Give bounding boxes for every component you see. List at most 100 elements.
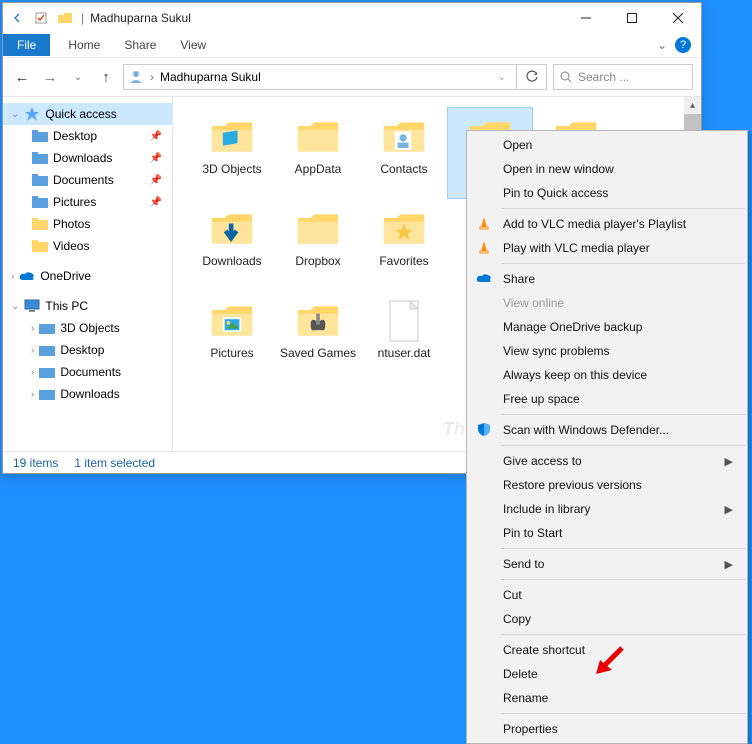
nav-back-button[interactable]: ← — [11, 69, 33, 86]
sidebar-onedrive[interactable]: › OneDrive — [3, 265, 172, 287]
folder-icon — [276, 112, 360, 162]
nav-sidebar: ⌄ Quick access Desktop📌Downloads📌Documen… — [3, 97, 173, 451]
sidebar-item-downloads[interactable]: Downloads📌 — [3, 147, 172, 169]
pin-icon: 📌 — [150, 197, 162, 208]
ribbon-tab-share[interactable]: Share — [112, 34, 168, 56]
file-item-favorites[interactable]: Favorites — [361, 199, 447, 291]
ctx-manage-onedrive-backup[interactable]: Manage OneDrive backup — [467, 315, 747, 339]
address-box[interactable]: › Madhuparna Sukul ⌄ — [123, 64, 517, 90]
item-label: Pictures — [190, 346, 274, 360]
sidebar-item-desktop[interactable]: ›Desktop — [3, 339, 172, 361]
file-item-dropbox[interactable]: Dropbox — [275, 199, 361, 291]
defender-icon — [475, 422, 493, 439]
minimize-button[interactable] — [563, 3, 609, 33]
sidebar-this-pc[interactable]: ⌄ This PC — [3, 295, 172, 317]
file-item-pictures[interactable]: Pictures — [189, 291, 275, 383]
status-count: 19 items — [13, 456, 58, 470]
search-input[interactable]: Search ... — [553, 64, 693, 90]
file-item-downloads[interactable]: Downloads — [189, 199, 275, 291]
refresh-button[interactable] — [517, 64, 547, 90]
nav-up-button[interactable]: ↑ — [95, 69, 117, 86]
sidebar-item-videos[interactable]: Videos — [3, 235, 172, 257]
scroll-up-icon[interactable]: ▴ — [684, 97, 701, 114]
sidebar-quick-access[interactable]: ⌄ Quick access — [3, 103, 172, 125]
item-label: ntuser.dat — [362, 346, 446, 360]
sidebar-item-photos[interactable]: Photos — [3, 213, 172, 235]
sidebar-item-documents[interactable]: Documents📌 — [3, 169, 172, 191]
back-qat-icon[interactable] — [7, 12, 27, 24]
ribbon-tab-view[interactable]: View — [168, 34, 218, 56]
ctx-restore-previous-versions[interactable]: Restore previous versions — [467, 473, 747, 497]
sidebar-item-3d-objects[interactable]: ›3D Objects — [3, 317, 172, 339]
vlc-icon — [475, 240, 493, 257]
folder-icon — [276, 296, 360, 346]
file-item-saved-games[interactable]: Saved Games — [275, 291, 361, 383]
sidebar-item-downloads[interactable]: ›Downloads — [3, 383, 172, 405]
address-dropdown-icon[interactable]: ⌄ — [498, 72, 506, 83]
folder-small-icon — [31, 127, 49, 145]
pc-icon — [23, 297, 41, 315]
ctx-copy[interactable]: Copy — [467, 607, 747, 631]
ctx-always-keep-on-this-device[interactable]: Always keep on this device — [467, 363, 747, 387]
file-item-contacts[interactable]: Contacts — [361, 107, 447, 199]
item-label: AppData — [276, 162, 360, 176]
ctx-pin-to-quick-access[interactable]: Pin to Quick access — [467, 181, 747, 205]
folder-icon — [190, 296, 274, 346]
vlc-icon — [475, 216, 493, 233]
sidebar-item-documents[interactable]: ›Documents — [3, 361, 172, 383]
file-item-3d-objects[interactable]: 3D Objects — [189, 107, 275, 199]
nav-forward-button[interactable]: → — [39, 69, 61, 86]
close-button[interactable] — [655, 3, 701, 33]
ctx-share[interactable]: Share — [467, 267, 747, 291]
folder-icon — [190, 112, 274, 162]
item-label: Saved Games — [276, 346, 360, 360]
ctx-open[interactable]: Open — [467, 133, 747, 157]
ribbon-expand-icon[interactable]: ⌄ — [657, 38, 667, 52]
chevron-right-icon: ▶ — [725, 455, 733, 468]
sidebar-item-pictures[interactable]: Pictures📌 — [3, 191, 172, 213]
folder-icon — [276, 204, 360, 254]
cloud-icon — [18, 267, 36, 285]
chevron-right-icon: ▶ — [725, 503, 733, 516]
address-path: Madhuparna Sukul — [160, 70, 261, 84]
pin-icon: 📌 — [150, 175, 162, 186]
cloud-icon — [475, 272, 493, 287]
ctx-open-in-new-window[interactable]: Open in new window — [467, 157, 747, 181]
file-item-appdata[interactable]: AppData — [275, 107, 361, 199]
folder-titlebar-icon — [55, 12, 75, 24]
item-label: Downloads — [190, 254, 274, 268]
ctx-rename[interactable]: Rename — [467, 686, 747, 710]
ctx-add-to-vlc-media-player-s-playlist[interactable]: Add to VLC media player's Playlist — [467, 212, 747, 236]
ctx-pin-to-start[interactable]: Pin to Start — [467, 521, 747, 545]
ctx-view-online[interactable]: View online — [467, 291, 747, 315]
folder-small-icon — [31, 237, 49, 255]
folder-small-icon — [38, 319, 56, 337]
ctx-properties[interactable]: Properties — [467, 717, 747, 741]
ribbon: File Home Share View ⌄ ? — [3, 33, 701, 58]
title-bar[interactable]: | Madhuparna Sukul — [3, 3, 701, 33]
ctx-view-sync-problems[interactable]: View sync problems — [467, 339, 747, 363]
maximize-button[interactable] — [609, 3, 655, 33]
folder-small-icon — [38, 341, 56, 359]
ctx-free-up-space[interactable]: Free up space — [467, 387, 747, 411]
item-label: Dropbox — [276, 254, 360, 268]
ctx-cut[interactable]: Cut — [467, 583, 747, 607]
ctx-play-with-vlc-media-player[interactable]: Play with VLC media player — [467, 236, 747, 260]
qat-check-icon[interactable] — [31, 12, 51, 24]
nav-recent-button[interactable]: ⌄ — [67, 72, 89, 83]
ribbon-tab-home[interactable]: Home — [56, 34, 112, 56]
file-item-ntuser-dat[interactable]: ntuser.dat — [361, 291, 447, 383]
star-icon — [23, 105, 41, 123]
item-label: Favorites — [362, 254, 446, 268]
ribbon-file-tab[interactable]: File — [3, 34, 50, 56]
ctx-give-access-to[interactable]: Give access to▶ — [467, 449, 747, 473]
pin-icon: 📌 — [150, 131, 162, 142]
help-icon[interactable]: ? — [675, 37, 691, 53]
folder-small-icon — [31, 215, 49, 233]
search-placeholder: Search ... — [578, 70, 629, 84]
window-title: Madhuparna Sukul — [86, 11, 191, 25]
ctx-scan-with-windows-defender[interactable]: Scan with Windows Defender... — [467, 418, 747, 442]
ctx-send-to[interactable]: Send to▶ — [467, 552, 747, 576]
ctx-include-in-library[interactable]: Include in library▶ — [467, 497, 747, 521]
sidebar-item-desktop[interactable]: Desktop📌 — [3, 125, 172, 147]
